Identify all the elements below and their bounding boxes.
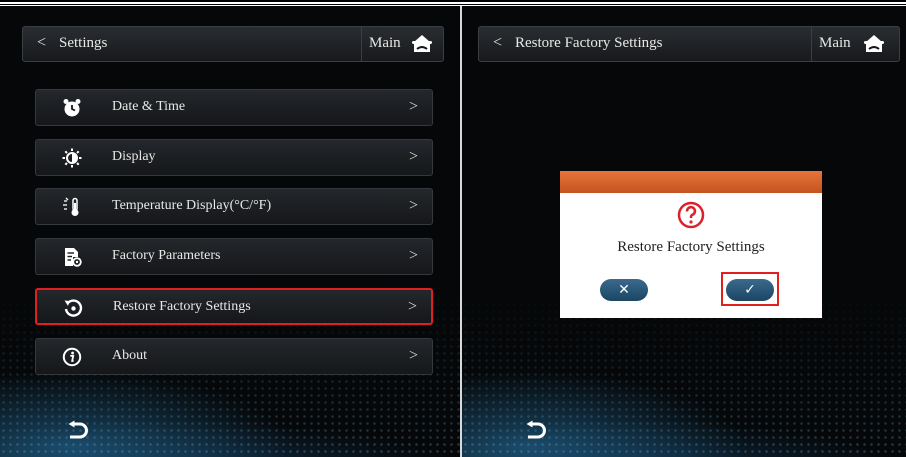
menu-item-label: Date & Time <box>112 99 186 114</box>
menu-item-date-time[interactable]: Date & Time > <box>35 89 433 126</box>
menu-item-factory-parameters[interactable]: Factory Parameters > <box>35 238 433 275</box>
header-bar: < Restore Factory Settings Main <box>478 26 900 62</box>
dialog-title-bar <box>560 171 822 193</box>
chevron-right-icon: > <box>408 347 418 364</box>
main-button-label[interactable]: Main <box>369 35 401 52</box>
home-icon[interactable] <box>863 33 885 55</box>
menu-item-temperature-display[interactable]: Temperature Display(°C/°F) > <box>35 188 433 225</box>
menu-item-label: Display <box>112 149 156 164</box>
top-rule-thin <box>0 4 906 5</box>
chevron-right-icon: > <box>408 197 418 214</box>
menu-item-label: Temperature Display(°C/°F) <box>112 198 272 213</box>
settings-screen: < Settings Main Date & Time > Display > … <box>0 6 460 457</box>
main-button-label[interactable]: Main <box>819 35 851 52</box>
header-divider <box>361 27 362 61</box>
page-title[interactable]: Settings <box>59 35 107 52</box>
brightness-icon <box>62 148 82 168</box>
question-icon <box>677 201 705 229</box>
top-rule <box>0 0 906 2</box>
thermometer-icon <box>63 197 79 216</box>
return-icon[interactable] <box>64 420 90 442</box>
chevron-right-icon: > <box>408 148 418 165</box>
menu-item-restore-factory-settings[interactable]: Restore Factory Settings > <box>35 288 433 325</box>
confirm-highlight <box>721 272 779 306</box>
confirm-dialog: Restore Factory Settings ✕ ✓ <box>560 171 822 318</box>
menu-item-label: Restore Factory Settings <box>113 299 251 314</box>
chevron-left-icon[interactable]: < <box>493 34 502 52</box>
header-bar: < Settings Main <box>22 26 444 62</box>
header-divider <box>811 27 812 61</box>
chevron-right-icon: > <box>407 298 417 315</box>
close-icon: ✕ <box>618 282 630 298</box>
document-gear-icon <box>65 248 82 267</box>
home-icon[interactable] <box>411 33 433 55</box>
menu-item-about[interactable]: About > <box>35 338 433 375</box>
info-icon <box>62 347 82 367</box>
chevron-right-icon: > <box>408 98 418 115</box>
alarm-clock-icon <box>63 99 81 117</box>
dialog-message: Restore Factory Settings <box>617 239 765 255</box>
menu-item-label: Factory Parameters <box>112 248 221 263</box>
menu-item-display[interactable]: Display > <box>35 139 433 176</box>
chevron-right-icon: > <box>408 247 418 264</box>
chevron-left-icon[interactable]: < <box>37 34 46 52</box>
restore-icon <box>64 299 83 317</box>
menu-item-label: About <box>112 348 147 363</box>
page-title[interactable]: Restore Factory Settings <box>515 35 662 52</box>
return-icon[interactable] <box>522 420 548 442</box>
restore-screen: < Restore Factory Settings Main Restore … <box>462 6 906 457</box>
cancel-button[interactable]: ✕ <box>600 279 648 301</box>
